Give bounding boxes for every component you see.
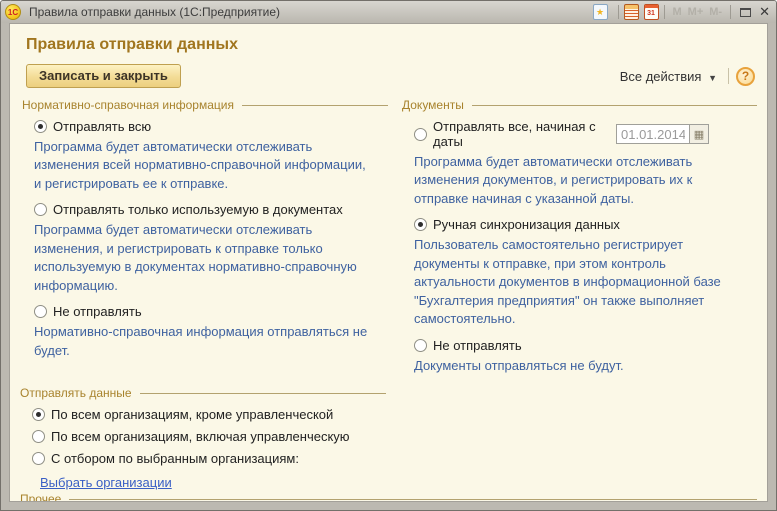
maximize-icon bbox=[740, 8, 751, 17]
all-actions-label: Все действия bbox=[620, 69, 702, 84]
section-title-label: Прочее bbox=[20, 492, 61, 502]
memory-m-minus-button[interactable]: М- bbox=[709, 6, 722, 18]
help-icon: ? bbox=[742, 69, 749, 83]
option-description: Программа будет автоматически отслеживат… bbox=[414, 153, 743, 208]
calculator-button[interactable] bbox=[624, 3, 644, 21]
radio-label: Отправлять все, начиная с даты bbox=[433, 119, 616, 149]
radio-icon bbox=[34, 120, 47, 133]
nsi-section-title: Нормативно-справочная информация bbox=[22, 98, 388, 112]
close-button[interactable]: ✕ bbox=[759, 3, 770, 21]
radio-label: Ручная синхронизация данных bbox=[433, 217, 620, 232]
two-column-area: Нормативно-справочная информация Отправл… bbox=[22, 96, 757, 384]
section-title-label: Отправлять данные bbox=[20, 386, 132, 400]
documents-section-title: Документы bbox=[402, 98, 757, 112]
form-content: Правила отправки данных Записать и закры… bbox=[9, 23, 768, 502]
window-title: Правила отправки данных (1С:Предприятие) bbox=[29, 5, 280, 19]
nsi-section: Нормативно-справочная информация Отправл… bbox=[22, 96, 388, 384]
radio-label: Не отправлять bbox=[53, 304, 142, 319]
documents-section: Документы Отправлять все, начиная с даты… bbox=[402, 96, 757, 384]
page-title: Правила отправки данных bbox=[26, 36, 757, 54]
memory-m-plus-button[interactable]: М+ bbox=[688, 6, 704, 18]
radio-icon bbox=[32, 430, 45, 443]
option-description: Пользователь самостоятельно регистрирует… bbox=[414, 236, 743, 328]
radio-icon bbox=[32, 452, 45, 465]
app-window: 1С Правила отправки данных (1С:Предприят… bbox=[0, 0, 777, 511]
radio-icon bbox=[414, 128, 427, 141]
date-picker-button[interactable]: ▦ bbox=[689, 125, 708, 143]
radio-all-orgs-except-managerial[interactable]: По всем организациям, кроме управленческ… bbox=[32, 407, 386, 422]
radio-icon bbox=[34, 305, 47, 318]
memory-m-button[interactable]: М bbox=[673, 6, 682, 18]
maximize-button[interactable] bbox=[736, 3, 759, 21]
close-icon: ✕ bbox=[759, 4, 770, 20]
send-data-section: Отправлять данные По всем организациям, … bbox=[20, 386, 386, 490]
calendar-grid-icon: ▦ bbox=[694, 128, 704, 141]
option-description: Программа будет автоматически отслеживат… bbox=[34, 221, 374, 295]
other-section-title: Прочее bbox=[20, 492, 757, 502]
save-and-close-button[interactable]: Записать и закрыть bbox=[26, 64, 181, 88]
favorites-button[interactable]: ★ bbox=[593, 3, 613, 21]
toolbar: Записать и закрыть Все действия ▼ ? bbox=[26, 64, 755, 88]
titlebar-separator bbox=[618, 5, 619, 19]
help-button[interactable]: ? bbox=[736, 67, 755, 86]
section-title-label: Документы bbox=[402, 98, 464, 112]
radio-send-all-docs-from-date[interactable]: Отправлять все, начиная с даты ▦ bbox=[414, 119, 757, 149]
radio-no-send-docs[interactable]: Не отправлять bbox=[414, 338, 757, 353]
calculator-icon bbox=[624, 4, 639, 20]
favorite-star-icon: ★ bbox=[593, 4, 608, 20]
start-date-input[interactable] bbox=[617, 127, 689, 142]
radio-label: Не отправлять bbox=[433, 338, 522, 353]
radio-label: По всем организациям, кроме управленческ… bbox=[51, 407, 333, 422]
all-actions-button[interactable]: Все действия ▼ bbox=[616, 67, 721, 86]
titlebar-separator bbox=[664, 5, 665, 19]
select-organizations-link[interactable]: Выбрать организации bbox=[40, 475, 172, 490]
radio-label: Отправлять всю bbox=[53, 119, 151, 134]
calendar-icon: 31 bbox=[644, 4, 659, 20]
1c-logo-icon[interactable]: 1С bbox=[5, 4, 21, 20]
titlebar-separator bbox=[730, 5, 731, 19]
radio-label: Отправлять только используемую в докумен… bbox=[53, 202, 343, 217]
radio-selected-orgs-filter[interactable]: С отбором по выбранным организациям: bbox=[32, 451, 386, 466]
other-section: Прочее ✓ Выгружать аналитику по складам … bbox=[20, 492, 757, 502]
send-data-section-title: Отправлять данные bbox=[20, 386, 386, 400]
radio-icon bbox=[32, 408, 45, 421]
titlebar: 1С Правила отправки данных (1С:Предприят… bbox=[1, 1, 776, 23]
radio-label: С отбором по выбранным организациям: bbox=[51, 451, 299, 466]
radio-manual-sync[interactable]: Ручная синхронизация данных bbox=[414, 217, 757, 232]
start-date-field: ▦ bbox=[616, 124, 709, 144]
radio-icon bbox=[34, 203, 47, 216]
radio-icon bbox=[414, 339, 427, 352]
chevron-down-icon: ▼ bbox=[708, 73, 717, 83]
option-description: Программа будет автоматически отслеживат… bbox=[34, 138, 374, 193]
radio-send-all-nsi[interactable]: Отправлять всю bbox=[34, 119, 388, 134]
section-title-label: Нормативно-справочная информация bbox=[22, 98, 234, 112]
toolbar-separator bbox=[728, 68, 729, 84]
radio-no-send-nsi[interactable]: Не отправлять bbox=[34, 304, 388, 319]
radio-label: По всем организациям, включая управленче… bbox=[51, 429, 350, 444]
radio-send-used-nsi[interactable]: Отправлять только используемую в докумен… bbox=[34, 202, 388, 217]
radio-all-orgs-including-managerial[interactable]: По всем организациям, включая управленче… bbox=[32, 429, 386, 444]
option-description: Нормативно-справочная информация отправл… bbox=[34, 323, 374, 360]
calendar-button[interactable]: 31 bbox=[644, 3, 659, 21]
option-description: Документы отправляться не будут. bbox=[414, 357, 743, 375]
radio-icon bbox=[414, 218, 427, 231]
